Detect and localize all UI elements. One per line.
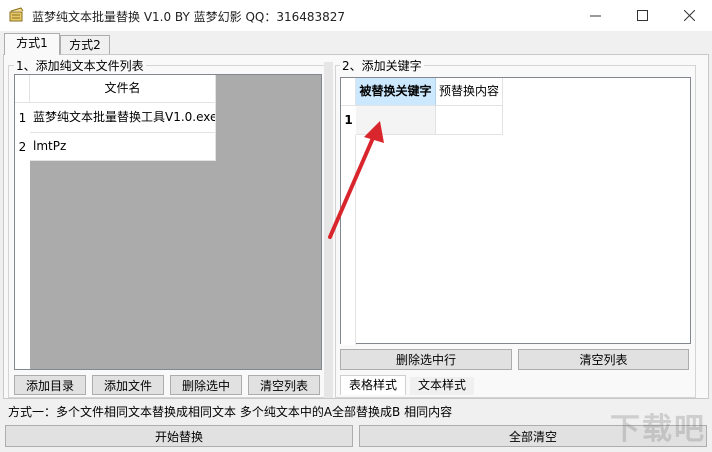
add-directory-button[interactable]: 添加目录 — [14, 375, 86, 395]
tab-table-style[interactable]: 表格样式 — [340, 375, 406, 395]
row-header: 1 — [15, 103, 30, 133]
start-replace-button[interactable]: 开始替换 — [5, 425, 353, 447]
close-icon — [683, 10, 695, 21]
replacement-cell[interactable] — [436, 106, 503, 135]
file-list-grid[interactable]: 文件名 1 蓝梦纯文本批量替换工具V1.0.exe 2 lmtPz — [14, 74, 322, 370]
file-name-cell[interactable]: lmtPz — [30, 133, 216, 161]
column-header-replacement[interactable]: 预替换内容 — [436, 78, 503, 106]
delete-selected-button[interactable]: 删除选中 — [170, 375, 242, 395]
column-header-keyword[interactable]: 被替换关键字 — [356, 78, 436, 106]
file-list-group-title: 1、添加纯文本文件列表 — [14, 57, 146, 74]
clear-list-button[interactable]: 清空列表 — [248, 375, 320, 395]
delete-selected-row-button[interactable]: 删除选中行 — [340, 349, 512, 370]
add-file-button[interactable]: 添加文件 — [92, 375, 164, 395]
keyword-grid[interactable]: 被替换关键字 预替换内容 1 — [340, 77, 691, 345]
app-icon — [8, 7, 25, 24]
window-title: 蓝梦纯文本批量替换 V1.0 BY 蓝梦幻影 QQ：316483827 — [32, 10, 346, 24]
tab-mode2[interactable]: 方式2 — [60, 35, 110, 54]
grid-corner — [341, 78, 356, 106]
tab-mode1[interactable]: 方式1 — [4, 33, 60, 55]
maximize-button[interactable] — [619, 0, 665, 31]
watermark-logo: 下载吧 — [610, 412, 706, 447]
grid-corner — [15, 75, 30, 103]
row-header-strip — [15, 161, 30, 369]
clear-keyword-list-button[interactable]: 清空列表 — [518, 349, 689, 370]
tab-text-style[interactable]: 文本样式 — [410, 377, 474, 395]
mode-description: 方式一：多个文件相同文本替换成相同文本 多个纯文本中的A全部替换成B 相同内容 — [8, 405, 453, 419]
close-button[interactable] — [666, 0, 712, 31]
arrow-annotation — [328, 121, 384, 239]
minimize-icon — [589, 15, 601, 17]
row-header: 2 — [15, 133, 30, 161]
keyword-group-title: 2、添加关键字 — [340, 57, 424, 74]
column-header-filename[interactable]: 文件名 — [30, 75, 216, 103]
file-name-cell[interactable]: 蓝梦纯文本批量替换工具V1.0.exe — [30, 103, 216, 133]
minimize-button[interactable] — [572, 0, 618, 31]
maximize-icon — [636, 10, 648, 21]
